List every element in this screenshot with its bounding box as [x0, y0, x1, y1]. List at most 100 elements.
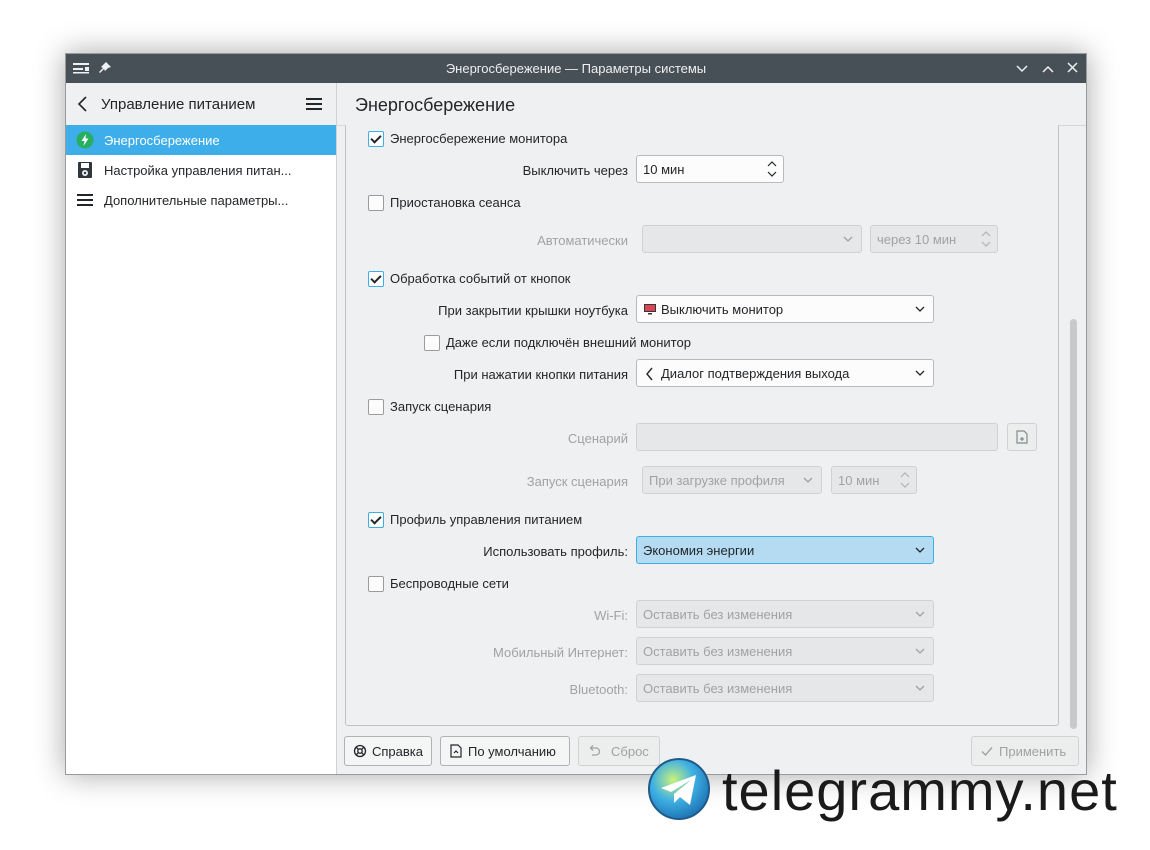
wireless-checkbox[interactable]: [368, 576, 384, 592]
auto-spinbox[interactable]: через 10 мин: [870, 225, 998, 253]
window-title: Энергосбережение — Параметры системы: [445, 61, 707, 76]
auto-combo[interactable]: [642, 225, 862, 253]
lid-action-combo[interactable]: Выключить монитор: [636, 295, 934, 323]
main-area: Энергосбережение Энергосбережение монито…: [337, 83, 1086, 774]
browse-script-button[interactable]: [1007, 423, 1037, 451]
turn-off-after-label: Выключить через: [522, 163, 628, 178]
external-monitor-label: Даже если подключён внешний монитор: [446, 335, 691, 350]
chevron-down-icon: [1016, 65, 1028, 73]
bluetooth-value: Оставить без изменения: [643, 681, 793, 696]
monitor-off-icon: [644, 304, 656, 315]
help-icon: [353, 744, 367, 758]
button-events-label: Обработка событий от кнопок: [390, 271, 571, 286]
document-defaults-icon: [450, 744, 462, 758]
script-path-input[interactable]: [636, 423, 998, 451]
page-title: Энергосбережение: [355, 95, 516, 115]
sidebar-item-advanced[interactable]: Дополнительные параметры...: [66, 185, 336, 215]
chevron-down-icon: [915, 611, 925, 617]
mobile-label: Мобильный Интернет:: [492, 645, 628, 660]
minimize-button[interactable]: [1012, 58, 1032, 78]
script-run-combo[interactable]: При загрузке профиля: [642, 466, 822, 494]
lid-label: При закрытии крышки ноутбука: [438, 303, 628, 318]
close-button[interactable]: [1062, 58, 1082, 78]
hamburger-menu-icon[interactable]: [306, 97, 322, 111]
watermark-text: telegrammy.net: [722, 759, 1118, 822]
bluetooth-label: Bluetooth:: [569, 682, 628, 697]
wifi-value: Оставить без изменения: [643, 607, 793, 622]
power-profile-label: Профиль управления питанием: [390, 512, 583, 527]
wifi-combo[interactable]: Оставить без изменения: [636, 600, 934, 628]
chevron-down-icon: [915, 306, 925, 312]
suspend-label: Приостановка сеанса: [390, 195, 521, 210]
chevron-down-icon: [915, 648, 925, 654]
wireless-label: Беспроводные сети: [390, 576, 509, 591]
sidebar-item-label: Настройка управления питан...: [104, 163, 292, 178]
reset-label: Сброс: [611, 744, 649, 759]
undo-icon: [589, 745, 601, 756]
external-monitor-checkbox[interactable]: [424, 335, 440, 351]
lightning-icon: [76, 131, 94, 149]
title-bar: Энергосбережение — Параметры системы: [66, 54, 1086, 83]
chevron-down-icon: [915, 685, 925, 691]
turn-off-after-value: 10 мин: [643, 162, 685, 177]
auto-spin-value: через 10 мин: [877, 232, 957, 247]
sidebar: Управление питанием Энергосбережение Нас…: [66, 83, 337, 774]
use-profile-label: Использовать профиль:: [483, 544, 628, 559]
lid-action-value: Выключить монитор: [661, 302, 784, 317]
chevron-down-icon: [843, 236, 853, 242]
spin-arrows-icon: [900, 472, 910, 488]
script-run-label: Запуск сценария: [526, 474, 628, 489]
run-script-label: Запуск сценария: [390, 399, 492, 414]
button-events-checkbox[interactable]: [368, 271, 384, 287]
power-button-combo[interactable]: Диалог подтверждения выхода: [636, 359, 934, 387]
turn-off-after-spinbox[interactable]: 10 мин: [636, 155, 784, 183]
sidebar-item-label: Дополнительные параметры...: [104, 193, 289, 208]
suspend-checkbox[interactable]: [368, 195, 384, 211]
sidebar-item-power-settings[interactable]: Настройка управления питан...: [66, 155, 336, 185]
sidebar-title: Управление питанием: [101, 96, 256, 113]
chevron-down-icon: [915, 370, 925, 376]
bluetooth-combo[interactable]: Оставить без изменения: [636, 674, 934, 702]
scrollbar-thumb[interactable]: [1070, 319, 1077, 729]
telegram-logo-icon: [648, 758, 710, 820]
script-run-spin-value: 10 мин: [838, 473, 880, 488]
auto-label: Автоматически: [537, 233, 628, 248]
use-profile-value: Экономия энергии: [643, 543, 755, 558]
monitor-checkbox[interactable]: [368, 131, 384, 147]
mobile-combo[interactable]: Оставить без изменения: [636, 637, 934, 665]
checkmark-icon: [981, 747, 993, 757]
mobile-value: Оставить без изменения: [643, 644, 793, 659]
maximize-button[interactable]: [1038, 58, 1058, 78]
wifi-label: Wi-Fi:: [594, 608, 628, 623]
power-button-label: При нажатии кнопки питания: [453, 367, 628, 382]
spin-arrows-icon[interactable]: [767, 159, 777, 179]
settings-window: Энергосбережение — Параметры системы Упр…: [65, 53, 1087, 775]
close-icon: [1066, 62, 1078, 73]
run-script-checkbox[interactable]: [368, 399, 384, 415]
script-label: Сценарий: [567, 431, 628, 446]
defaults-button[interactable]: По умолчанию: [440, 736, 570, 766]
sidebar-item-label: Энергосбережение: [104, 133, 220, 148]
document-open-icon: [1016, 430, 1028, 444]
chevron-up-icon: [1042, 65, 1054, 73]
help-button[interactable]: Справка: [344, 736, 432, 766]
back-icon[interactable]: [76, 94, 90, 114]
power-button-value: Диалог подтверждения выхода: [661, 366, 850, 381]
list-icon: [77, 194, 93, 206]
apply-label: Применить: [999, 744, 1067, 759]
script-run-spinbox[interactable]: 10 мин: [831, 466, 917, 494]
monitor-label: Энергосбережение монитора: [390, 131, 568, 146]
floppy-gear-icon: [78, 162, 92, 178]
help-label: Справка: [372, 744, 423, 759]
chevron-left-icon: [646, 367, 653, 381]
chevron-down-icon: [915, 547, 925, 553]
sidebar-item-energy-saving[interactable]: Энергосбережение: [66, 125, 336, 155]
power-profile-checkbox[interactable]: [368, 512, 384, 528]
chevron-down-icon: [803, 477, 813, 483]
defaults-label: По умолчанию: [468, 744, 556, 759]
sidebar-header: Управление питанием: [66, 83, 336, 126]
use-profile-combo[interactable]: Экономия энергии: [636, 536, 934, 564]
settings-panel: Энергосбережение монитора Выключить чере…: [345, 125, 1059, 726]
spin-arrows-icon: [981, 231, 991, 247]
script-run-combo-value: При загрузке профиля: [649, 473, 785, 488]
